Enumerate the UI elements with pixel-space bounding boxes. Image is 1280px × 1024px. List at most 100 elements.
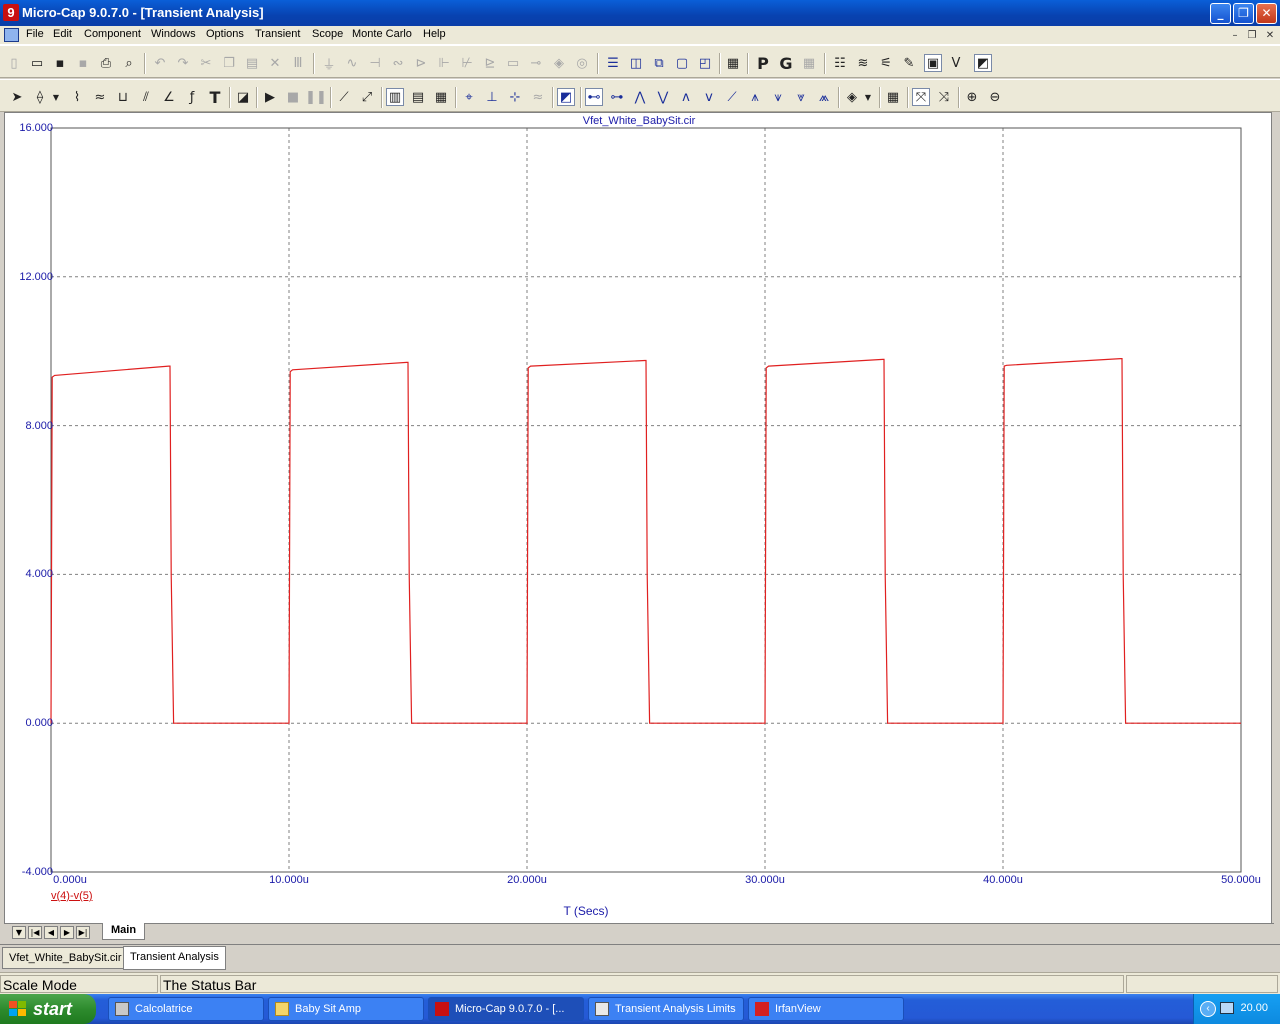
angle-icon[interactable]: ∠ bbox=[160, 88, 178, 106]
delete-icon[interactable]: ✕ bbox=[266, 54, 284, 72]
flag-icon[interactable]: ⊔ bbox=[114, 88, 132, 106]
document-icon[interactable] bbox=[4, 28, 19, 42]
pause-icon[interactable]: ❚❚ bbox=[305, 88, 327, 106]
menu-transient[interactable]: Transient bbox=[255, 28, 300, 40]
cut-icon[interactable]: ✂ bbox=[197, 54, 215, 72]
component-icon[interactable]: ⟠ bbox=[31, 88, 49, 106]
select-all-icon[interactable]: Ⅲ bbox=[289, 54, 307, 72]
opamp-icon[interactable]: ▭ bbox=[504, 54, 522, 72]
tab-main[interactable]: Main bbox=[102, 923, 146, 940]
info-icon[interactable]: ⫽ bbox=[137, 88, 155, 106]
tab-schematic[interactable]: Vfet_White_BabySit.cir bbox=[2, 947, 129, 969]
cascade-icon[interactable]: ⧉ bbox=[650, 54, 668, 72]
vp-icon[interactable]: V bbox=[947, 54, 965, 72]
menu-windows[interactable]: Windows bbox=[151, 28, 196, 40]
tab-transient-analysis[interactable]: Transient Analysis bbox=[123, 946, 226, 970]
y-scale-icon[interactable]: ⤨ bbox=[935, 88, 953, 106]
print-icon[interactable]: ⎙ bbox=[97, 54, 115, 72]
series-legend-label[interactable]: v(4)-v(5) bbox=[51, 890, 93, 902]
pen-icon[interactable]: ✎ bbox=[900, 54, 918, 72]
task-irfanview[interactable]: IrfanView bbox=[748, 997, 904, 1021]
plot-props-icon[interactable]: ▣ bbox=[924, 54, 942, 72]
menu-monte-carlo[interactable]: Monte Carlo bbox=[352, 28, 412, 40]
select-icon[interactable]: ➤ bbox=[8, 88, 26, 106]
min-icon[interactable]: ⩛ bbox=[769, 88, 787, 106]
first-page-icon[interactable]: |◀ bbox=[28, 926, 42, 939]
new-icon[interactable]: ▯ bbox=[5, 54, 23, 72]
paste-icon[interactable]: ▤ bbox=[243, 54, 261, 72]
cursor-cross-icon[interactable]: ⊹ bbox=[506, 88, 524, 106]
save-icon[interactable]: ▪ bbox=[51, 54, 69, 72]
cursor-down-icon[interactable]: ⊥ bbox=[483, 88, 501, 106]
menu-scope[interactable]: Scope bbox=[312, 28, 343, 40]
microcap-app-icon[interactable]: 9 bbox=[3, 4, 19, 21]
inflection-icon[interactable]: ⩔ bbox=[792, 88, 810, 106]
waveform-icon[interactable]: ≋ bbox=[854, 54, 872, 72]
resistor-icon[interactable]: ∿ bbox=[343, 54, 361, 72]
split-icon[interactable]: ◰ bbox=[696, 54, 714, 72]
task-microcap[interactable]: Micro-Cap 9.0.7.0 - [... bbox=[428, 997, 584, 1021]
probe-icon[interactable]: ⚟ bbox=[877, 54, 895, 72]
g-icon[interactable]: G bbox=[777, 54, 795, 73]
tile-v-icon[interactable]: ◫ bbox=[627, 54, 645, 72]
print-preview-icon[interactable]: ⌕ bbox=[120, 54, 138, 72]
snapshot-icon[interactable]: ◩ bbox=[974, 54, 992, 72]
valley-icon[interactable]: ⋁ bbox=[654, 88, 672, 106]
mdi-close-button[interactable]: ✕ bbox=[1263, 29, 1277, 42]
plot-window[interactable]: Vfet_White_BabySit.cir 16.000 12.000 8.0… bbox=[4, 112, 1272, 924]
window-icon[interactable]: ▢ bbox=[673, 54, 691, 72]
bus-icon[interactable]: ≈ bbox=[91, 88, 109, 106]
slope-icon[interactable]: ⟋ bbox=[723, 88, 741, 106]
chevron-down-icon[interactable]: ▼ bbox=[863, 88, 873, 106]
task-baby-sit-amp[interactable]: Baby Sit Amp bbox=[268, 997, 424, 1021]
copy-icon[interactable]: ❐ bbox=[220, 54, 238, 72]
global-max-icon[interactable]: ⩕ bbox=[815, 88, 833, 106]
menu-component[interactable]: Component bbox=[84, 28, 141, 40]
open-icon[interactable]: ▭ bbox=[28, 54, 46, 72]
menu-help[interactable]: Help bbox=[423, 28, 446, 40]
source-icon[interactable]: ◈ bbox=[550, 54, 568, 72]
npn-icon[interactable]: ⊬ bbox=[458, 54, 476, 72]
diode-icon[interactable]: ⊳ bbox=[412, 54, 430, 72]
ground-icon[interactable]: ⏚ bbox=[320, 54, 338, 73]
low-icon[interactable]: ᴠ bbox=[700, 88, 718, 106]
task-transient-analysis-limits[interactable]: Transient Analysis Limits bbox=[588, 997, 744, 1021]
peak-icon[interactable]: ⋀ bbox=[631, 88, 649, 106]
table-icon[interactable]: ▦ bbox=[884, 88, 902, 106]
chevron-left-icon[interactable]: ‹ bbox=[1200, 1001, 1216, 1017]
grid-icon[interactable]: ▦ bbox=[800, 54, 818, 72]
grid-none-icon[interactable]: ▦ bbox=[432, 88, 450, 106]
zoom-in-icon[interactable]: ⊕ bbox=[963, 88, 981, 106]
capacitor-icon[interactable]: ⊣ bbox=[366, 54, 384, 72]
task-calcolatrice[interactable]: Calcolatrice bbox=[108, 997, 264, 1021]
calculator-icon[interactable]: ▦ bbox=[724, 54, 742, 72]
close-button[interactable]: ✕ bbox=[1256, 3, 1277, 24]
undo-icon[interactable]: ↶ bbox=[151, 54, 169, 72]
prev-page-icon[interactable]: ◀ bbox=[44, 926, 58, 939]
zoom-out-icon[interactable]: ⊖ bbox=[986, 88, 1004, 106]
run-icon[interactable]: ▶ bbox=[261, 88, 279, 106]
wire-icon[interactable]: ⌇ bbox=[68, 88, 86, 106]
chevron-down-icon[interactable]: ▼ bbox=[51, 88, 61, 106]
last-page-icon[interactable]: ▶| bbox=[76, 926, 90, 939]
next-point-icon[interactable]: ⊷ bbox=[585, 88, 603, 106]
max-icon[interactable]: ⩚ bbox=[746, 88, 764, 106]
redo-icon[interactable]: ↷ bbox=[174, 54, 192, 72]
cursor-icon[interactable]: ⌖ bbox=[460, 88, 478, 106]
chevron-down-icon[interactable]: ▼ bbox=[12, 926, 26, 939]
plot-canvas[interactable] bbox=[5, 113, 1273, 925]
line-icon[interactable]: ⟋ bbox=[335, 88, 353, 106]
formula-icon[interactable]: ƒ bbox=[183, 88, 201, 106]
text-icon[interactable]: T bbox=[206, 88, 224, 107]
high-icon[interactable]: ᴧ bbox=[677, 88, 695, 106]
inductor-icon[interactable]: ∾ bbox=[389, 54, 407, 72]
menu-options[interactable]: Options bbox=[206, 28, 244, 40]
restore-button[interactable]: ❐ bbox=[1233, 3, 1254, 24]
next-page-icon[interactable]: ▶ bbox=[60, 926, 74, 939]
switch-icon[interactable]: ⊸ bbox=[527, 54, 545, 72]
menu-file[interactable]: File bbox=[26, 28, 44, 40]
component-list-icon[interactable]: ☷ bbox=[831, 54, 849, 72]
x-scale-icon[interactable]: ⤧ bbox=[912, 88, 930, 106]
grid-minor-icon[interactable]: ▤ bbox=[409, 88, 427, 106]
menu-edit[interactable]: Edit bbox=[53, 28, 72, 40]
